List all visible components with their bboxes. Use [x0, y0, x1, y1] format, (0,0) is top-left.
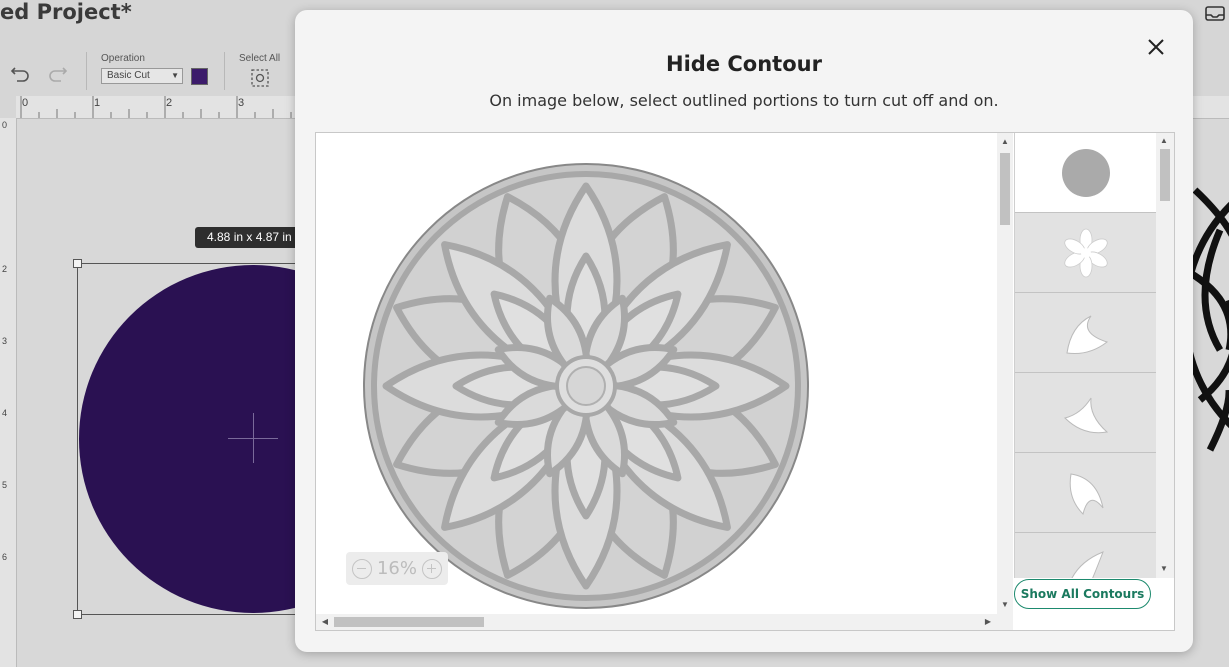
operation-label: Operation [101, 53, 145, 64]
project-title: ed Project* [0, 0, 132, 24]
operation-select[interactable]: Basic Cut ▼ [101, 68, 183, 84]
preview-vertical-scrollbar[interactable]: ▲ ▼ [997, 133, 1013, 614]
scroll-thumb[interactable] [1160, 149, 1170, 201]
scroll-thumb[interactable] [1000, 153, 1010, 225]
select-all-label: Select All [239, 53, 281, 64]
contour-item[interactable] [1015, 453, 1157, 533]
undo-button[interactable] [9, 61, 31, 83]
contour-item[interactable] [1015, 213, 1157, 293]
vertical-ruler: 0 2 3 4 5 6 [0, 118, 17, 667]
ruler-label: 5 [2, 480, 8, 490]
ruler-label: 1 [94, 97, 101, 109]
contour-item[interactable] [1015, 293, 1157, 373]
scroll-down-arrow-icon[interactable]: ▼ [997, 598, 1013, 612]
redo-button[interactable] [47, 61, 69, 83]
selection-bounding-box [77, 263, 317, 615]
redo-icon [49, 67, 68, 82]
scroll-right-arrow-icon[interactable]: ▶ [981, 614, 995, 630]
petal-contour-icon [1064, 397, 1109, 433]
circle-contour-icon [1062, 148, 1110, 197]
toolbar-divider [224, 52, 225, 90]
layer-color-swatch[interactable] [191, 68, 208, 85]
ruler-label: 6 [2, 552, 8, 562]
ruler-label: 2 [166, 97, 173, 109]
contour-item[interactable] [1015, 373, 1157, 453]
contour-list [1014, 133, 1157, 578]
petal-contour-icon [1071, 550, 1104, 578]
petal-contour-icon [1069, 472, 1104, 515]
zoom-level: 16% [376, 558, 417, 579]
resize-handle[interactable] [73, 259, 82, 268]
flower-contour-icon [1064, 228, 1108, 277]
contour-item[interactable] [1015, 133, 1157, 213]
contour-preview-area[interactable]: 16% [316, 133, 997, 614]
scroll-thumb[interactable] [334, 617, 484, 627]
ruler-label: 2 [2, 264, 8, 274]
hide-contour-dialog: Hide Contour On image below, select outl… [295, 10, 1193, 652]
resize-handle[interactable] [73, 610, 82, 619]
dropdown-arrow-icon: ▼ [171, 71, 179, 80]
show-all-contours-button[interactable]: Show All Contours [1014, 579, 1151, 609]
ruler-label: 3 [238, 97, 245, 109]
size-tooltip: 4.88 in x 4.87 in [195, 227, 305, 248]
zoom-out-icon[interactable] [352, 558, 372, 579]
scroll-left-arrow-icon[interactable]: ◀ [318, 614, 332, 630]
undo-icon [10, 67, 29, 82]
petal-contour-icon [1066, 315, 1109, 354]
preview-horizontal-scrollbar[interactable]: ◀ ▶ [316, 614, 1013, 630]
scroll-up-arrow-icon[interactable]: ▲ [997, 135, 1013, 149]
dialog-instructions: On image below, select outlined portions… [489, 91, 999, 110]
ruler-label: 4 [2, 408, 8, 418]
select-all-icon [251, 69, 269, 87]
contour-panel: 16% ▲ ▼ ◀ ▶ ▲ ▼ Show All Contours [315, 132, 1175, 631]
inbox-icon[interactable] [1205, 5, 1225, 21]
contour-list-scrollbar[interactable]: ▲ ▼ [1156, 133, 1174, 578]
dialog-title: Hide Contour [666, 52, 822, 76]
mandala-preview-image[interactable] [316, 133, 997, 614]
ruler-label: 0 [22, 97, 29, 109]
ruler-label: 3 [2, 336, 8, 346]
contour-item[interactable] [1015, 533, 1157, 578]
scroll-up-arrow-icon[interactable]: ▲ [1156, 134, 1172, 148]
select-all-button[interactable] [249, 67, 271, 89]
operation-value: Basic Cut [107, 70, 150, 81]
zoom-control: 16% [346, 552, 448, 585]
ruler-label: 0 [2, 120, 8, 130]
zoom-in-icon[interactable] [421, 558, 442, 579]
toolbar-divider [86, 52, 87, 90]
scroll-down-arrow-icon[interactable]: ▼ [1156, 562, 1172, 576]
